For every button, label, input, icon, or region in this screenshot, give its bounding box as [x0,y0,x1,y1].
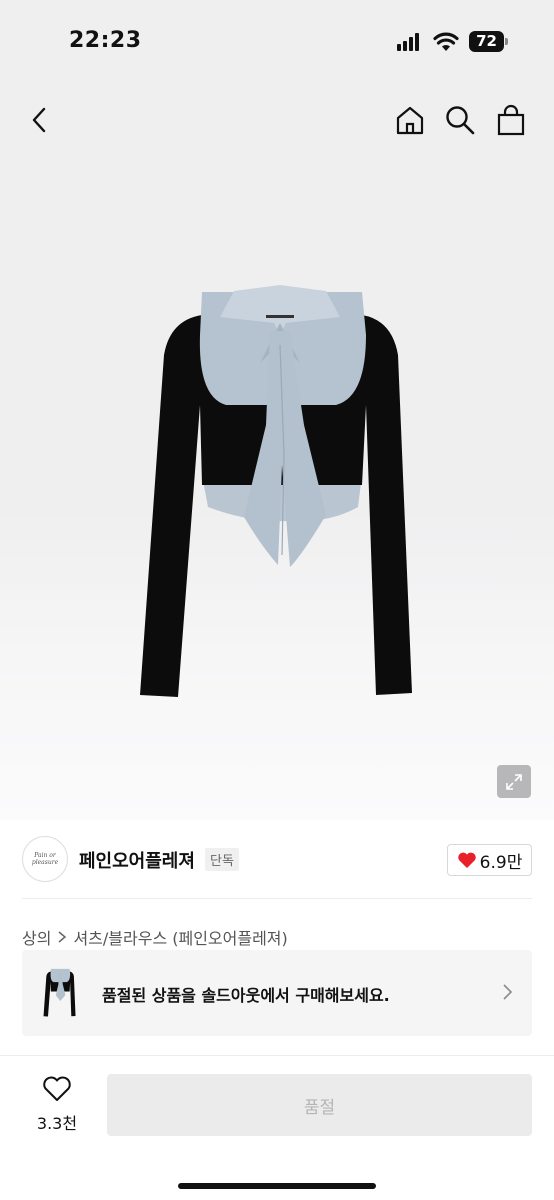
brand-like-count: 6.9만 [479,852,523,873]
cart-button[interactable] [491,100,531,140]
brand-logo[interactable]: Pain or pleasure [22,836,68,882]
chevron-right-icon [58,931,67,943]
wishlist-count: 3.3천 [36,1114,78,1133]
soldout-banner[interactable]: 품절된 상품을 솔드아웃에서 구매해보세요. [22,950,532,1036]
shopping-bag-icon [497,104,525,136]
expand-image-button[interactable] [497,765,531,798]
back-button[interactable] [20,100,60,140]
exclusive-badge: 단독 [205,848,239,871]
bottom-action-bar: 3.3천 품절 [0,1055,554,1200]
chevron-left-icon [32,107,46,133]
search-button[interactable] [440,100,480,140]
heart-outline-icon [43,1076,71,1101]
product-image[interactable] [130,285,430,710]
battery-icon: 72 [469,31,509,52]
home-icon [396,106,424,135]
breadcrumb-item-category[interactable]: 상의 [22,925,51,949]
cellular-signal-icon [397,33,423,51]
home-indicator [178,1183,376,1189]
heart-filled-icon [457,852,476,868]
breadcrumb-item-subcategory[interactable]: 셔츠/블라우스 (페인오어플레져) [73,925,287,949]
soldout-button[interactable]: 품절 [107,1074,532,1136]
soldout-banner-text: 품절된 상품을 솔드아웃에서 구매해보세요. [102,986,390,1005]
wishlist-button[interactable]: 3.3천 [22,1076,92,1136]
battery-level: 72 [469,31,504,52]
search-icon [446,106,475,135]
brand-row: Pain or pleasure 페인오어플레져 단독 6.9만 [22,836,532,884]
status-time: 22:23 [69,28,142,53]
chevron-right-icon [503,984,513,1000]
wifi-icon [433,31,459,53]
breadcrumb: 상의 셔츠/블라우스 (페인오어플레져) [22,925,288,949]
brand-logo-text: Pain or pleasure [31,852,59,866]
soldout-thumbnail [43,968,76,1017]
brand-like-button[interactable]: 6.9만 [447,844,532,876]
brand-name[interactable]: 페인오어플레져 [79,847,195,873]
home-button[interactable] [390,100,430,140]
expand-icon [506,773,522,790]
divider [22,898,532,899]
